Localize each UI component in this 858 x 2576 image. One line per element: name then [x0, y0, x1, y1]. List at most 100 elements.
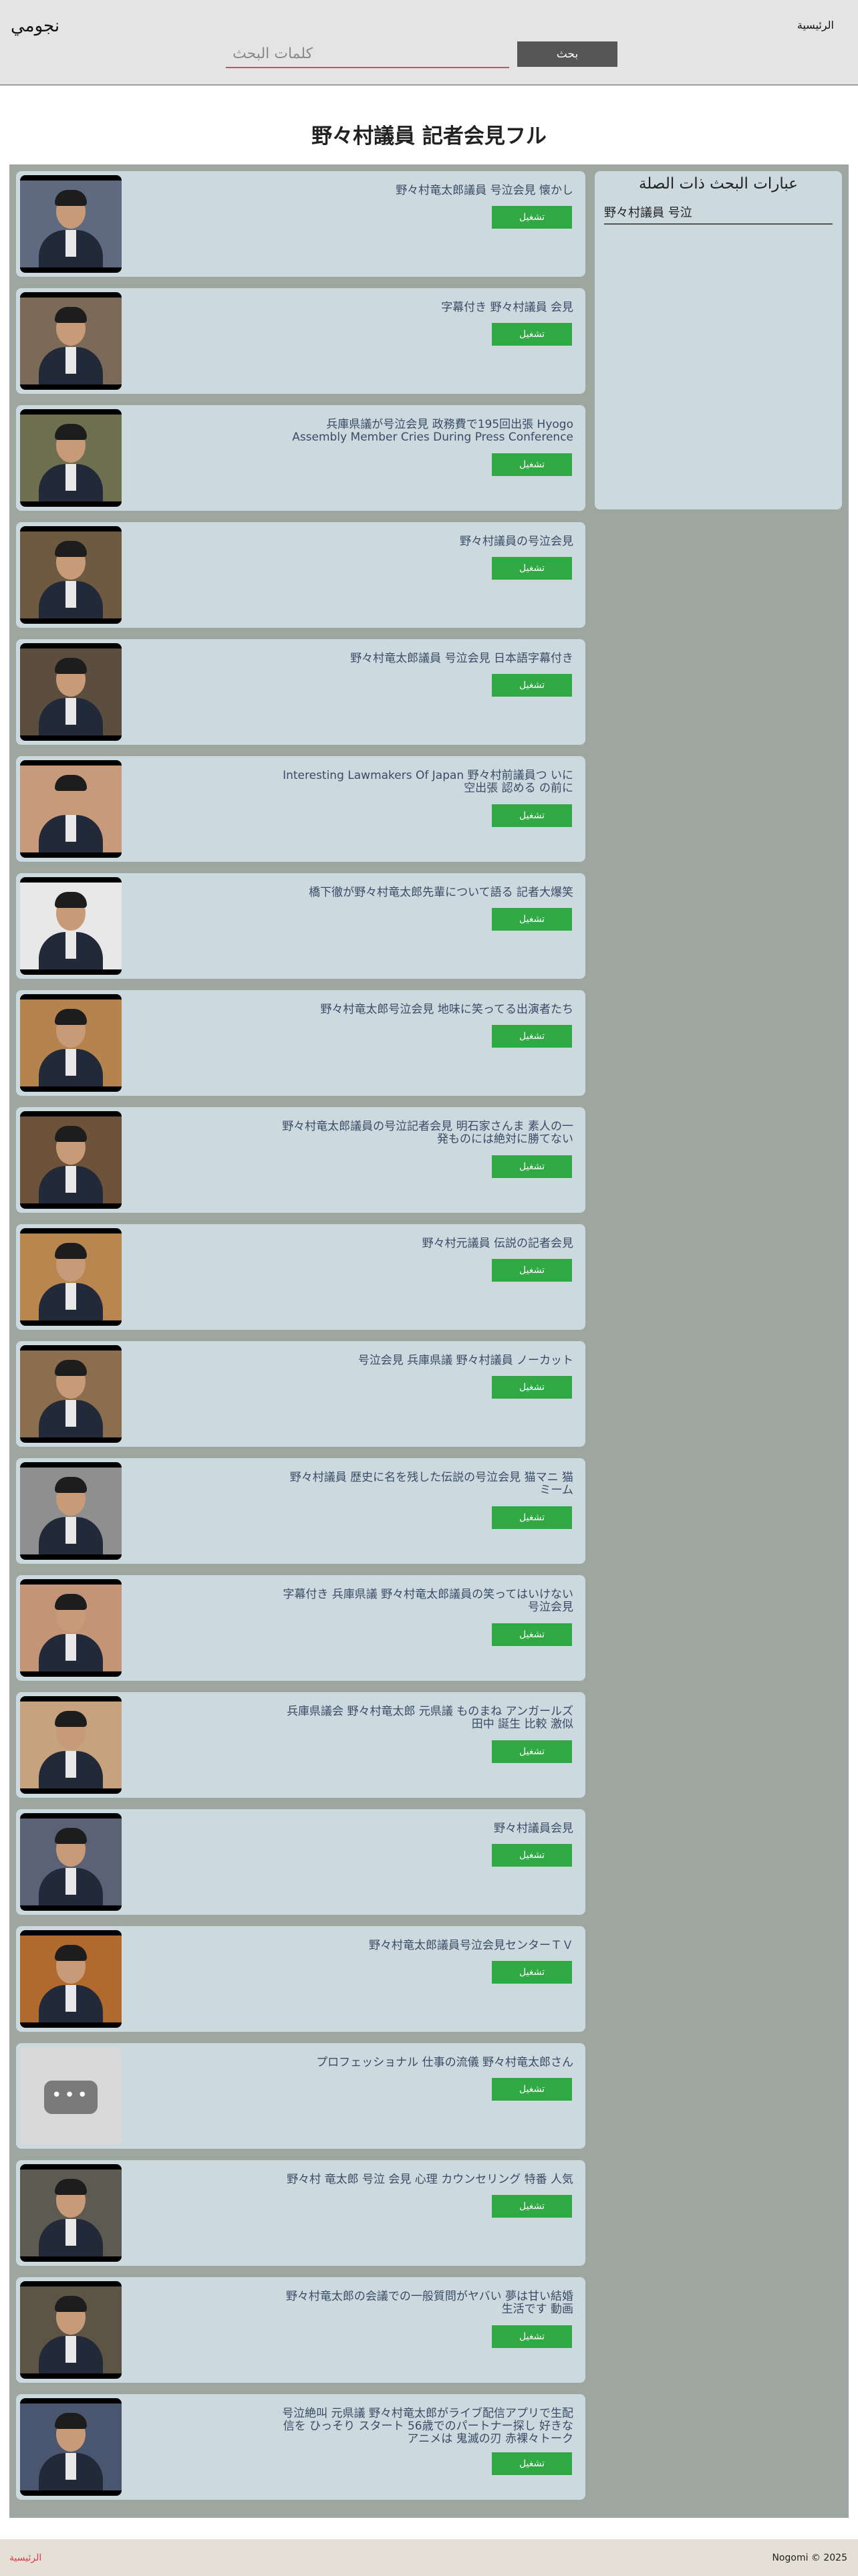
thumbnail-figure-shirt: [65, 2219, 76, 2246]
video-title-link[interactable]: 野々村竜太郎議員 号泣会見 日本語字幕付き: [279, 653, 573, 665]
search-input[interactable]: [226, 40, 509, 68]
site-logo[interactable]: نجومي: [11, 16, 59, 36]
play-button[interactable]: تشغيل: [492, 2195, 572, 2218]
video-title-link[interactable]: 字幕付き 兵庫県議 野々村竜太郎議員の笑ってはいけない号泣会見: [279, 1589, 573, 1614]
video-result-card: ••• 野々村竜太郎の会議での一般質問がヤバい 夢は甘い結婚生活です 動画 تشغي…: [16, 2277, 585, 2383]
play-button[interactable]: تشغيل: [492, 1259, 572, 1282]
thumbnail-figure-hair: [55, 424, 87, 440]
play-button[interactable]: تشغيل: [492, 557, 572, 580]
video-title-link[interactable]: 野々村議員会見: [279, 1823, 573, 1835]
video-thumbnail[interactable]: •••: [20, 2398, 122, 2496]
play-button[interactable]: تشغيل: [492, 453, 572, 476]
video-title-link[interactable]: 字幕付き 野々村議員 会見: [279, 302, 573, 314]
thumbnail-figure-shirt: [65, 1517, 76, 1544]
video-thumbnail[interactable]: •••: [20, 1579, 122, 1677]
search-button[interactable]: بحث: [517, 41, 617, 67]
video-title-link[interactable]: 号泣絶叫 元県議 野々村竜太郎がライブ配信アプリで生配信を ひっそり スタート …: [279, 2408, 573, 2446]
thumbnail-figure-shirt: [65, 2453, 76, 2480]
play-button[interactable]: تشغيل: [492, 908, 572, 931]
thumbnail-figure-shirt: [65, 347, 76, 374]
video-result-card: ••• 野々村議員会見 تشغيل: [16, 1809, 585, 1915]
thumbnail-figure-shirt: [65, 1049, 76, 1076]
video-title-link[interactable]: 野々村元議員 伝説の記者会見: [279, 1238, 573, 1250]
related-searches-title: عبارات البحث ذات الصلة: [638, 175, 799, 193]
video-title-link[interactable]: 号泣会見 兵庫県議 野々村議員 ノーカット: [279, 1355, 573, 1367]
play-button[interactable]: تشغيل: [492, 674, 572, 697]
video-result-card: ••• 橋下徹が野々村竜太郎先輩について語る 記者大爆笑 تشغيل: [16, 873, 585, 979]
play-button[interactable]: تشغيل: [492, 1740, 572, 1763]
video-title-link[interactable]: プロフェッショナル 仕事の流儀 野々村竜太郎さん: [279, 2057, 573, 2069]
thumbnail-figure-hair: [55, 1945, 87, 1961]
video-thumbnail[interactable]: •••: [20, 409, 122, 507]
video-thumbnail[interactable]: •••: [20, 1813, 122, 1911]
thumbnail-figure-hair: [55, 1594, 87, 1610]
play-button[interactable]: تشغيل: [492, 1506, 572, 1529]
video-title-link[interactable]: 野々村竜太郎議員号泣会見センターＴＶ: [279, 1940, 573, 1952]
video-thumbnail[interactable]: •••: [20, 1345, 122, 1443]
play-button[interactable]: تشغيل: [492, 1155, 572, 1178]
home-link[interactable]: الرئيسية: [797, 19, 834, 31]
video-title-link[interactable]: 野々村議員の号泣会見: [279, 536, 573, 548]
video-thumbnail[interactable]: •••: [20, 2047, 122, 2145]
play-button[interactable]: تشغيل: [492, 1623, 572, 1646]
play-button[interactable]: تشغيل: [492, 1961, 572, 1984]
video-thumbnail[interactable]: •••: [20, 2281, 122, 2379]
video-thumbnail[interactable]: •••: [20, 1462, 122, 1560]
video-title-link[interactable]: 兵庫県議が号泣会見 政務費で195回出張 Hyogo Assembly Memb…: [279, 419, 573, 444]
video-thumbnail[interactable]: •••: [20, 994, 122, 1092]
results-list: ••• 野々村竜太郎議員 号泣会見 懐かし تشغيل ••• 字幕付き 野々村議員 会…: [16, 171, 585, 2511]
thumbnail-figure-shirt: [65, 581, 76, 608]
video-thumbnail[interactable]: •••: [20, 175, 122, 273]
video-title-link[interactable]: 兵庫県議会 野々村竜太郎 元県議 ものまね アンガールズ 田中 誕生 比較 激似: [279, 1706, 573, 1731]
video-thumbnail[interactable]: •••: [20, 1696, 122, 1794]
play-button[interactable]: تشغيل: [492, 2078, 572, 2101]
video-thumbnail[interactable]: •••: [20, 1111, 122, 1209]
video-thumbnail[interactable]: •••: [20, 1228, 122, 1326]
video-result-card: ••• 野々村議員 歴史に名を残した伝説の号泣会見 猫マニ 猫ミーム تشغيل: [16, 1458, 585, 1564]
related-searches-panel: عبارات البحث ذات الصلة 野々村議員 号泣: [595, 171, 842, 509]
thumbnail-figure-hair: [55, 307, 87, 323]
video-result-card: ••• 野々村竜太郎議員号泣会見センターＴＶ تشغيل: [16, 1926, 585, 2032]
site-footer: الرئيسية Nogomi © 2025: [0, 2539, 858, 2576]
video-result-card: ••• 字幕付き 野々村議員 会見 تشغيل: [16, 288, 585, 394]
thumbnail-figure-hair: [55, 2413, 87, 2429]
play-button[interactable]: تشغيل: [492, 1025, 572, 1048]
video-thumbnail[interactable]: •••: [20, 526, 122, 624]
video-title-link[interactable]: 野々村竜太郎の会議での一般質問がヤバい 夢は甘い結婚生活です 動画: [279, 2291, 573, 2316]
video-thumbnail[interactable]: •••: [20, 643, 122, 741]
video-result-card: ••• 野々村議員の号泣会見 تشغيل: [16, 522, 585, 628]
video-result-card: ••• 野々村元議員 伝説の記者会見 تشغيل: [16, 1224, 585, 1330]
video-title-link[interactable]: 野々村竜太郎議員の号泣記者会見 明石家さんま 素人の一発ものには絶対に勝てない: [279, 1121, 573, 1146]
video-title-link[interactable]: 野々村竜太郎号泣会見 地味に笑ってる出演者たち: [279, 1004, 573, 1016]
play-button[interactable]: تشغيل: [492, 1376, 572, 1399]
play-button[interactable]: تشغيل: [492, 804, 572, 827]
video-thumbnail[interactable]: •••: [20, 292, 122, 390]
play-button[interactable]: تشغيل: [492, 323, 572, 346]
video-thumbnail[interactable]: •••: [20, 1930, 122, 2028]
video-thumbnail[interactable]: •••: [20, 2164, 122, 2262]
thumbnail-figure-shirt: [65, 698, 76, 725]
thumbnail-figure-shirt: [65, 1283, 76, 1310]
video-title-link[interactable]: 野々村議員 歴史に名を残した伝説の号泣会見 猫マニ 猫ミーム: [279, 1472, 573, 1497]
footer-home-link[interactable]: الرئيسية: [9, 2553, 41, 2563]
play-button[interactable]: تشغيل: [492, 1844, 572, 1867]
thumbnail-figure-shirt: [65, 1634, 76, 1661]
video-title-link[interactable]: Interesting Lawmakers Of Japan 野々村前議員つ い…: [279, 770, 573, 795]
play-button[interactable]: تشغيل: [492, 2325, 572, 2348]
video-result-card: ••• 字幕付き 兵庫県議 野々村竜太郎議員の笑ってはいけない号泣会見 تشغيل: [16, 1575, 585, 1681]
thumbnail-figure-hair: [55, 190, 87, 206]
thumbnail-figure-hair: [55, 892, 87, 908]
main-content: ••• 野々村竜太郎議員 号泣会見 懐かし تشغيل ••• 字幕付き 野々村議員 会…: [9, 164, 849, 2518]
related-search-link[interactable]: 野々村議員 号泣: [604, 203, 833, 225]
thumbnail-figure-hair: [55, 1360, 87, 1376]
video-thumbnail[interactable]: •••: [20, 760, 122, 858]
video-title-link[interactable]: 野々村 竜太郎 号泣 会見 心理 カウンセリング 特番 人気: [279, 2174, 573, 2186]
play-button[interactable]: تشغيل: [492, 2452, 572, 2475]
play-button[interactable]: تشغيل: [492, 206, 572, 229]
video-title-link[interactable]: 橋下徹が野々村竜太郎先輩について語る 記者大爆笑: [279, 887, 573, 899]
video-thumbnail[interactable]: •••: [20, 877, 122, 975]
video-result-card: ••• 野々村竜太郎議員 号泣会見 懐かし تشغيل: [16, 171, 585, 277]
thumbnail-figure-shirt: [65, 1751, 76, 1778]
video-title-link[interactable]: 野々村竜太郎議員 号泣会見 懐かし: [279, 185, 573, 197]
thumbnail-figure-hair: [55, 541, 87, 557]
